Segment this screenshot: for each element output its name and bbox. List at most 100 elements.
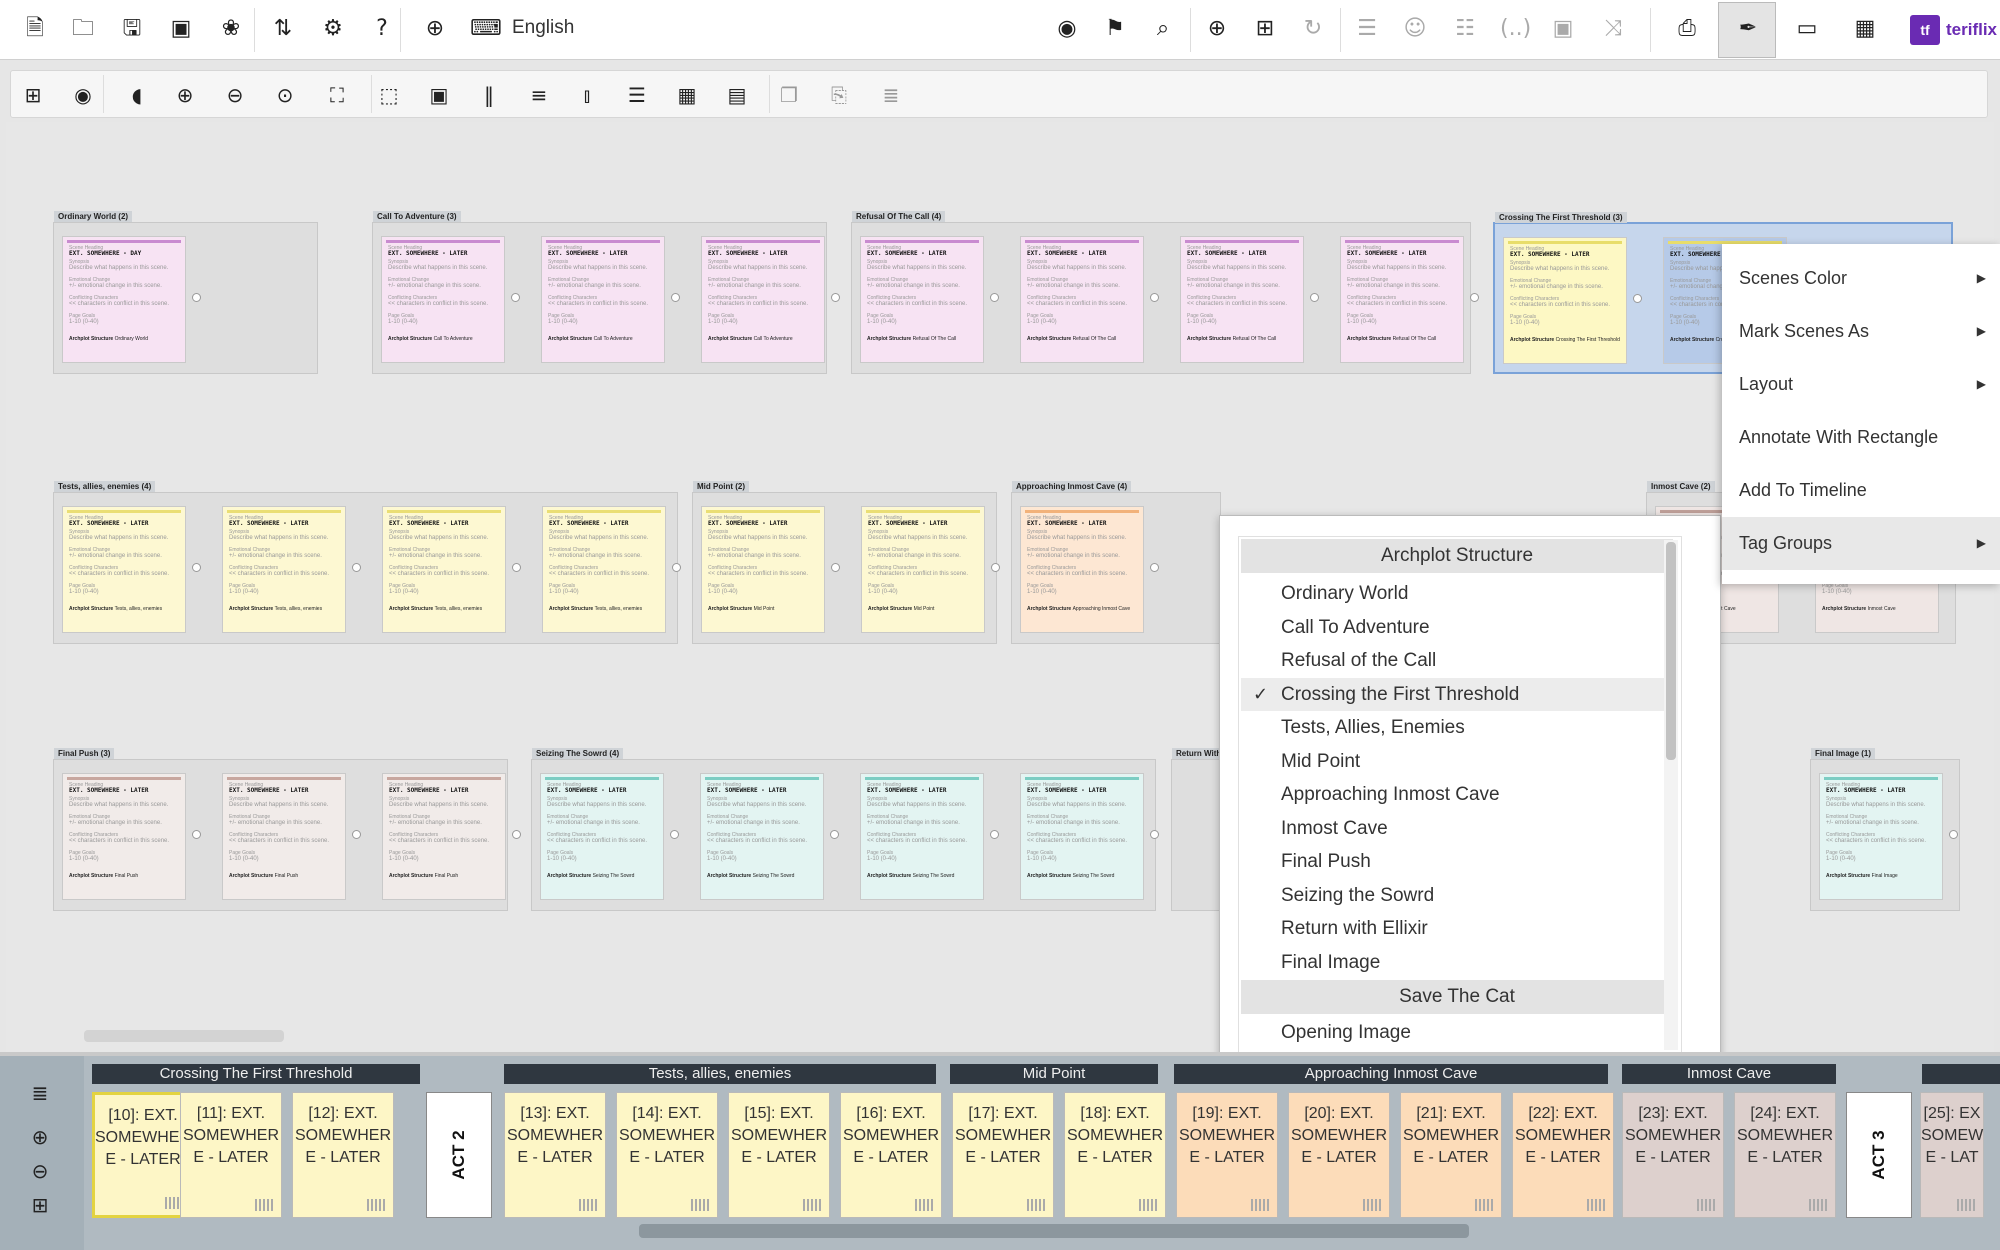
context-menu-item-layout[interactable]: Layout ▶ [1722,358,2000,411]
tag-item[interactable]: Call To Adventure [1241,611,1673,644]
timeline-scene-card[interactable]: [24]: EXT. SOMEWHER E - LATER [1734,1092,1836,1218]
timeline-act-marker[interactable]: ACT 3 [1846,1092,1912,1218]
save-icon[interactable]: 🖫 [117,14,147,44]
scene-card[interactable]: Scene HeadingEXT. SOMEWHERE - LATERSynop… [700,773,824,900]
scene-card[interactable]: Scene HeadingEXT. SOMEWHERE - LATERSynop… [62,773,186,900]
camera-icon[interactable]: ▣ [1548,14,1578,44]
scene-card[interactable]: Scene HeadingEXT. SOMEWHERE - LATERSynop… [1340,236,1464,363]
help-icon[interactable]: ? [367,14,397,44]
scene-card[interactable]: Scene HeadingEXT. SOMEWHERE - LATERSynop… [1819,773,1943,900]
scene-group[interactable]: Refusal Of The Call (4) Scene Heading EXT.… [851,211,1479,374]
context-menu-item-annotate-with-rectangle[interactable]: Annotate With Rectangle [1722,411,2000,464]
window-icon[interactable]: ▤ [723,81,751,109]
scene-connector[interactable] [192,830,201,839]
scene-connector[interactable] [990,830,999,839]
scene-connector[interactable] [511,293,520,302]
zoom-out-icon[interactable]: ⊖ [22,1156,58,1186]
pen-ruler-icon[interactable]: ✒ [1733,14,1763,44]
scene-group[interactable]: Final Image (1) Scene Heading EXT. SOMEWHE… [1810,748,1960,911]
timeline-scene-card[interactable]: [11]: EXT. SOMEWHER E - LATER [180,1092,282,1218]
mouse-icon[interactable]: ◖ [123,81,151,109]
timeline-scene-card[interactable]: [25]: EX SOMEW E - LAT [1920,1092,1984,1218]
scene-connector[interactable] [990,293,999,302]
refresh-icon[interactable]: ↻ [1298,14,1328,44]
scene-connector[interactable] [831,293,840,302]
add-circle-icon[interactable]: ⊕ [1202,14,1232,44]
timeline-scene-card[interactable]: [19]: EXT. SOMEWHER E - LATER [1176,1092,1278,1218]
scene-connector[interactable] [831,563,840,572]
timeline-scene-card[interactable]: [22]: EXT. SOMEWHER E - LATER [1512,1092,1614,1218]
timeline-scrollbar[interactable] [639,1224,1469,1238]
scene-connector[interactable] [192,293,201,302]
timeline-scene-card[interactable]: [21]: EXT. SOMEWHER E - LATER [1400,1092,1502,1218]
chat-icon[interactable]: ☷ [1450,14,1480,44]
scene-connector[interactable] [1949,830,1958,839]
scene-card[interactable]: Scene HeadingEXT. SOMEWHERE - LATERSynop… [1503,237,1627,364]
scene-group[interactable]: Call To Adventure (3) Scene Heading EXT. S… [372,211,840,374]
language-label[interactable]: English [512,17,574,39]
tag-item[interactable]: Opening Image [1241,1016,1673,1049]
timeline-scene-card[interactable]: [14]: EXT. SOMEWHER E - LATER [616,1092,718,1218]
timeline-scene-card[interactable]: [17]: EXT. SOMEWHER E - LATER [952,1092,1054,1218]
timeline-scene-card[interactable]: [10]: EXT. SOMEWHER E - LATER [92,1092,194,1218]
scene-card[interactable]: Scene HeadingEXT. SOMEWHERE - LATERSynop… [381,236,505,363]
tag-item[interactable]: Approaching Inmost Cave [1241,778,1673,811]
tag-item[interactable]: Final Push [1241,845,1673,878]
parentheses-icon[interactable]: (..) [1500,14,1531,44]
timeline-scene-card[interactable]: [23]: EXT. SOMEWHER E - LATER [1622,1092,1724,1218]
shuffle-icon[interactable]: ⤨ [1598,14,1628,44]
context-menu-item-mark-scenes-as[interactable]: Mark Scenes As ▶ [1722,305,2000,358]
printer-icon[interactable]: ⎙ [1672,14,1702,44]
timeline-scene-card[interactable]: [12]: EXT. SOMEWHER E - LATER [292,1092,394,1218]
scene-connector[interactable] [352,830,361,839]
scene-card[interactable]: Scene HeadingEXT. SOMEWHERE - LATERSynop… [701,236,825,363]
awards-icon[interactable]: ❀ [216,14,246,44]
scene-card[interactable]: Scene HeadingEXT. SOMEWHERE - LATERSynop… [542,506,666,633]
clapper-icon[interactable]: ☰ [1352,14,1382,44]
rows-icon[interactable]: ≡ [525,81,553,109]
add-icon[interactable]: ⊞ [22,1190,58,1220]
zoom-in-icon[interactable]: ⊕ [22,1122,58,1152]
tag-item[interactable]: ✓ Crossing the First Threshold [1241,677,1673,711]
paste-icon[interactable]: ⎘ [825,81,853,109]
tag-item[interactable]: Inmost Cave [1241,812,1673,845]
canvas-horizontal-scrollbar[interactable] [84,1030,284,1042]
list-icon[interactable]: ≣ [22,1078,58,1108]
copy-icon[interactable]: ❐ [775,81,803,109]
scene-connector[interactable] [1310,293,1319,302]
tag-item[interactable]: Final Image [1241,946,1673,979]
sort-icon[interactable]: ⇅ [268,14,298,44]
person-icon[interactable]: ☺ [1400,14,1430,44]
select-all-icon[interactable]: ▣ [425,81,453,109]
scene-connector[interactable] [1633,294,1642,303]
scene-connector[interactable] [1150,563,1159,572]
scene-card[interactable]: Scene HeadingEXT. SOMEWHERE - LATERSynop… [861,506,985,633]
open-folder-icon[interactable]: 🗀 [68,14,98,44]
scene-group[interactable]: Ordinary World (2) Scene Heading EXT. SOME… [53,211,318,374]
scene-card[interactable]: Scene HeadingEXT. SOMEWHERE - LATERSynop… [1020,506,1144,633]
timeline-scene-card[interactable]: [16]: EXT. SOMEWHER E - LATER [840,1092,942,1218]
scene-card[interactable]: Scene HeadingEXT. SOMEWHERE - LATERSynop… [701,506,825,633]
note-icon[interactable]: ▭ [1792,14,1822,44]
timeline-scene-card[interactable]: [13]: EXT. SOMEWHER E - LATER [504,1092,606,1218]
scene-connector[interactable] [512,830,521,839]
tag-item[interactable]: Seizing the Sowrd [1241,879,1673,912]
search-icon[interactable]: ⌕ [1148,14,1178,44]
timeline-scene-card[interactable]: [20]: EXT. SOMEWHER E - LATER [1288,1092,1390,1218]
flag-icon[interactable]: ⚑ [1100,14,1130,44]
align-horizontal-icon[interactable]: ☰ [623,81,651,109]
scene-card[interactable]: Scene HeadingEXT. SOMEWHERE - LATERSynop… [222,506,346,633]
scene-group[interactable]: Seizing The Sowrd (4) Scene Heading EXT. S… [531,748,1159,911]
scene-card[interactable]: Scene HeadingEXT. SOMEWHERE - LATERSynop… [1020,773,1144,900]
context-menu-item-tag-groups[interactable]: Tag Groups ▶ [1722,517,2000,570]
scene-group[interactable]: Mid Point (2) Scene Heading EXT. SOMEWHERE… [692,481,1000,644]
scene-card[interactable]: Scene HeadingEXT. SOMEWHERE - LATERSynop… [382,506,506,633]
eye-icon[interactable]: ◉ [1052,14,1082,44]
scene-card[interactable]: Scene Heading EXT. SOMEWHERE - DAY Synopsi… [62,236,186,363]
list-icon[interactable]: ≣ [877,81,905,109]
settings-icon[interactable]: ⚙ [318,14,348,44]
scene-connector[interactable] [1150,293,1159,302]
keyboard-icon[interactable]: ⌨ [470,14,502,44]
new-document-icon[interactable]: 🗎 [20,14,50,44]
tag-item[interactable]: Mid Point [1241,745,1673,778]
